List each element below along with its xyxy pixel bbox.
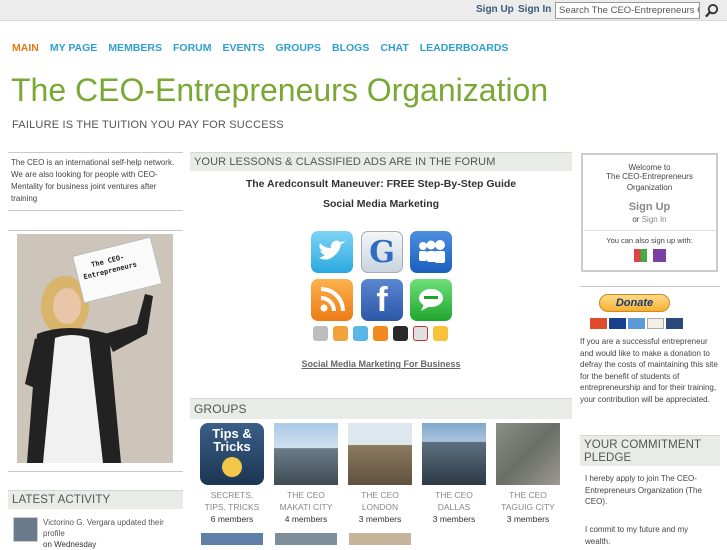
yahoo-signin-icon[interactable] [652,249,666,262]
featured-photo: The CEO-Entrepreneurs [17,234,173,463]
amex-icon [628,318,645,329]
group-name[interactable]: THE CEO DALLAS [422,489,486,513]
welcome-signup-link[interactable]: Sign Up [583,201,716,213]
activity-user[interactable]: Victorino G. Vergara [43,518,115,527]
group-thumbnail[interactable] [275,533,337,545]
nav-members[interactable]: MEMBERS [108,42,162,54]
about-text: The CEO is an international self-help ne… [11,158,175,203]
welcome-text: Welcome to [628,163,671,172]
latest-activity-heading: LATEST ACTIVITY [8,490,183,509]
nav-leaderboards[interactable]: LEADERBOARDS [420,42,509,54]
group-name[interactable]: THE CEO MAKATI CITY [274,489,338,513]
mastercard-icon [590,318,607,329]
donation-text: If you are a successful entrepreneur and… [580,337,718,404]
nav-groups[interactable]: GROUPS [276,42,322,54]
search-input[interactable]: Search The CEO-Entrepreneurs O [555,2,700,19]
group-card[interactable]: THE CEO TAGUIG CITY 3 members [496,423,560,524]
google-signin-icon[interactable] [633,249,647,262]
nav-my-page[interactable]: MY PAGE [50,42,97,54]
divider [8,230,183,231]
group-members: 3 members [506,514,550,524]
social-media-link[interactable]: Social Media Marketing For Business [190,359,572,369]
signin-link[interactable]: Sign In [518,4,551,15]
rss-icon[interactable] [311,279,353,321]
group-name[interactable]: THE CEO LONDON [348,489,412,513]
signup-link[interactable]: Sign Up [476,4,514,15]
group-members: 6 members [210,514,254,524]
divider [8,152,183,153]
digg-icon[interactable] [313,326,328,341]
group-members: 3 members [358,514,402,524]
group-thumbnail[interactable] [201,533,263,545]
nav-events[interactable]: EVENTS [222,42,264,54]
avatar[interactable] [13,517,38,542]
divider [8,210,183,211]
chat-bubble-icon[interactable] [410,279,452,321]
group-card[interactable]: Tips & Tricks SECRETS, TIPS, TRICKS 6 me… [200,423,264,524]
divider [580,286,720,287]
pledge-text-1: I hereby apply to join The CEO-Entrepren… [585,474,702,506]
donate-label: Donate [615,297,654,309]
divider [8,471,183,472]
nav-forum[interactable]: FORUM [173,42,212,54]
stumbleupon-icon[interactable] [373,326,388,341]
main-nav: MAIN MY PAGE MEMBERS FORUM EVENTS GROUPS BLOGS… [12,42,519,54]
welcome-box: Welcome to The CEO-Entrepreneurs Organiz… [581,153,718,272]
group-card[interactable]: THE CEO LONDON 3 members [348,423,412,524]
forum-heading: YOUR LESSONS & CLASSIFIED ADS ARE IN THE… [190,152,572,171]
delicious-icon[interactable] [393,326,408,341]
activity-item: Victorino G. Vergara updated their profi… [11,517,181,550]
group-thumbnail[interactable] [274,423,338,485]
group-name[interactable]: SECRETS, TIPS, TRICKS [200,489,264,513]
nav-main[interactable]: MAIN [12,42,39,54]
donate-button[interactable]: Donate [599,294,670,312]
nav-chat[interactable]: CHAT [380,42,408,54]
group-thumbnail[interactable] [348,423,412,485]
myspace-icon[interactable] [410,231,452,273]
headline-guide[interactable]: The Aredconsult Maneuver: FREE Step-By-S… [190,178,572,190]
group-thumbnail[interactable] [496,423,560,485]
twitter-icon[interactable] [311,231,353,273]
groups-heading: GROUPS [190,398,572,419]
group-thumbnail[interactable] [422,423,486,485]
group-thumbnail[interactable] [349,533,411,545]
nav-blogs[interactable]: BLOGS [332,42,369,54]
top-bar: Sign Up Sign In Search The CEO-Entrepren… [0,0,727,21]
welcome-signin-link[interactable]: Sign In [642,215,667,224]
thumb-title: Tips & Tricks [212,426,252,454]
or-text: or [632,215,640,224]
share-icon[interactable] [353,326,368,341]
group-members: 4 members [284,514,328,524]
pledge-text-2: I commit to my future and my wealth. [585,525,689,546]
group-card[interactable]: THE CEO MAKATI CITY 4 members [274,423,338,524]
group-thumbnail[interactable]: Tips & Tricks [200,423,264,485]
site-title[interactable]: The CEO-Entrepreneurs Organization [11,72,548,109]
alt-signup-text: You can also sign up with: [583,230,716,245]
pledge-heading: YOUR COMMITMENT PLEDGE [580,435,720,466]
welcome-org: The CEO-Entrepreneurs Organization [606,172,693,192]
bank-icon [666,318,683,329]
headline-social: Social Media Marketing [322,198,440,210]
group-name[interactable]: THE CEO TAGUIG CITY [496,489,560,513]
blogger-icon[interactable] [333,326,348,341]
group-members: 3 members [432,514,476,524]
facebook-icon[interactable]: f [361,279,403,321]
google-icon[interactable]: G [361,231,403,273]
youtube-icon[interactable] [413,326,428,341]
group-card[interactable]: THE CEO DALLAS 3 members [422,423,486,524]
favorites-icon[interactable] [433,326,448,341]
visa-icon [609,318,626,329]
site-tagline: FAILURE IS THE TUITION YOU PAY FOR SUCCE… [12,119,284,131]
lightbulb-icon [222,457,242,477]
payment-cards [590,318,683,329]
search-icon[interactable] [704,3,720,18]
discover-icon [647,318,664,329]
